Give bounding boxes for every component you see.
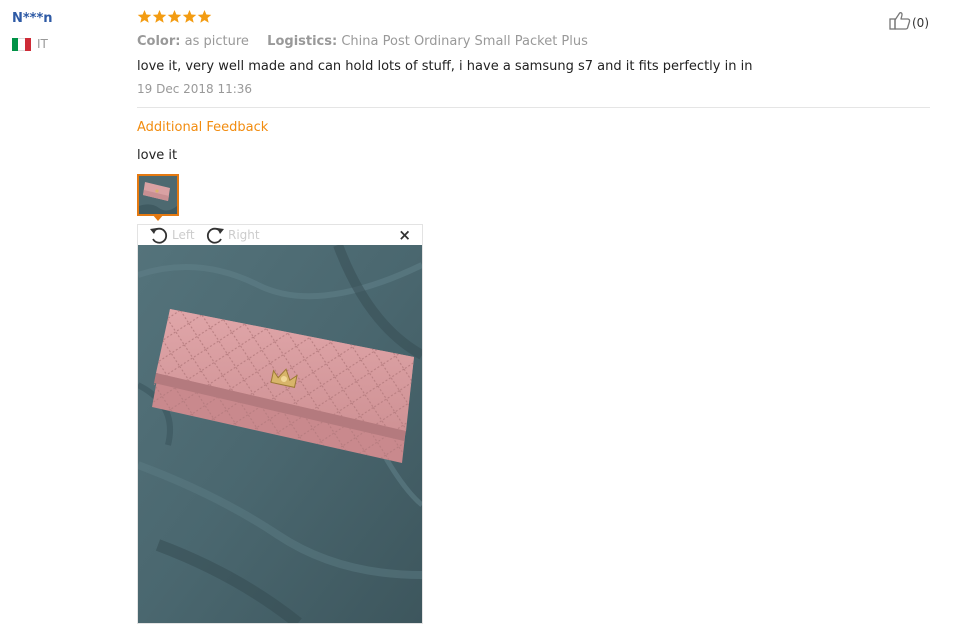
logistics-value: China Post Ordinary Small Packet Plus	[341, 34, 588, 49]
image-viewer-toolbar: Left Right ×	[138, 225, 422, 245]
helpful-button[interactable]: (0)	[889, 11, 929, 30]
reviewer-country: IT	[12, 37, 48, 51]
color-label: Color:	[137, 34, 181, 49]
review-photo	[138, 245, 422, 623]
rotate-left-label: Left	[172, 228, 195, 242]
helpful-count: (0)	[912, 16, 929, 30]
review-date: 19 Dec 2018 11:36	[137, 82, 253, 96]
review-meta: Color: as picture Logistics: China Post …	[137, 34, 588, 49]
star-icon	[137, 9, 152, 23]
color-value: as picture	[184, 34, 249, 49]
logistics-label: Logistics:	[267, 34, 338, 49]
star-icon	[167, 9, 182, 23]
divider	[137, 107, 930, 108]
star-icon	[152, 9, 167, 23]
rotate-left-icon	[150, 227, 168, 244]
wallet-photo-image	[138, 245, 422, 623]
star-icon	[197, 9, 212, 23]
image-viewer: Left Right ×	[137, 224, 423, 624]
rotate-right-button[interactable]: Right	[204, 225, 260, 245]
country-code: IT	[37, 37, 48, 51]
thumbs-up-icon	[889, 12, 911, 30]
review-text: love it, very well made and can hold lot…	[137, 59, 753, 74]
rotate-right-icon	[206, 227, 224, 244]
italy-flag-icon	[12, 37, 31, 51]
star-icon	[182, 9, 197, 23]
reviewer-name: N***n	[12, 11, 53, 26]
star-rating	[137, 9, 212, 24]
thumbnail-pointer	[152, 214, 164, 221]
close-viewer-button[interactable]: ×	[398, 228, 411, 243]
rotate-right-label: Right	[228, 228, 260, 242]
review-image-thumbnail[interactable]	[137, 174, 179, 216]
rotate-left-button[interactable]: Left	[148, 225, 195, 245]
additional-feedback-text: love it	[137, 148, 178, 163]
additional-feedback-title: Additional Feedback	[137, 120, 269, 135]
